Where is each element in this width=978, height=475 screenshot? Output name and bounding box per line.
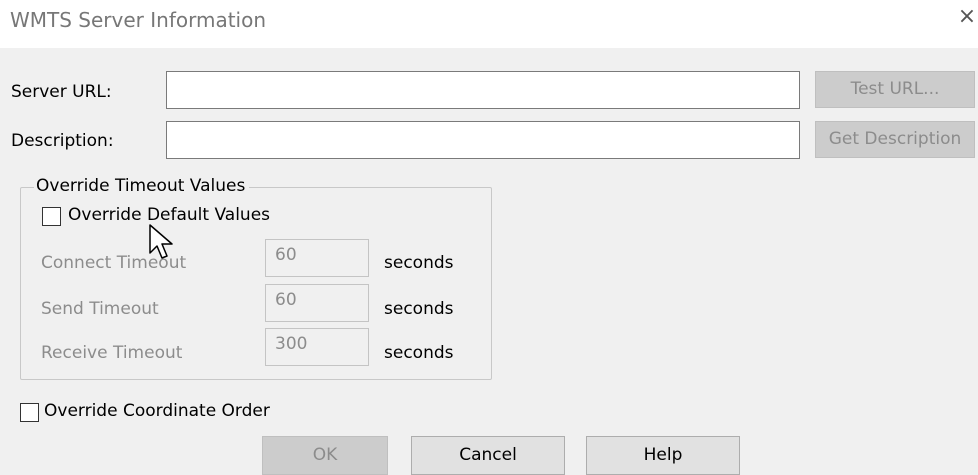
timeout-group-legend: Override Timeout Values — [34, 176, 250, 196]
close-icon[interactable]: × — [956, 6, 978, 28]
receive-timeout-unit: seconds — [384, 343, 454, 363]
ok-button[interactable]: OK — [262, 436, 388, 475]
cancel-button[interactable]: Cancel — [411, 436, 565, 475]
override-default-checkbox-box[interactable] — [42, 207, 61, 226]
receive-timeout-label: Receive Timeout — [41, 343, 183, 363]
connect-timeout-input[interactable]: 60 — [265, 239, 369, 277]
send-timeout-input[interactable]: 60 — [265, 284, 369, 322]
override-default-checkbox-label: Override Default Values — [68, 205, 271, 225]
receive-timeout-input[interactable]: 300 — [265, 328, 369, 366]
test-url-button[interactable]: Test URL... — [815, 71, 975, 108]
mouse-pointer-icon — [149, 224, 173, 259]
help-button[interactable]: Help — [586, 436, 740, 475]
override-coordinate-order-checkbox[interactable]: Override Coordinate Order — [20, 399, 280, 427]
server-url-label: Server URL: — [11, 82, 112, 102]
description-label: Description: — [11, 131, 114, 151]
send-timeout-label: Send Timeout — [41, 299, 159, 319]
get-description-button[interactable]: Get Description — [815, 121, 975, 158]
window-title: WMTS Server Information — [10, 8, 267, 32]
server-url-input[interactable] — [166, 71, 800, 109]
coordinate-order-checkbox-box[interactable] — [20, 403, 39, 422]
connect-timeout-unit: seconds — [384, 253, 454, 273]
coordinate-order-checkbox-label: Override Coordinate Order — [44, 401, 270, 421]
description-input[interactable] — [166, 121, 800, 159]
send-timeout-unit: seconds — [384, 299, 454, 319]
title-bar: WMTS Server Information × — [0, 0, 978, 48]
